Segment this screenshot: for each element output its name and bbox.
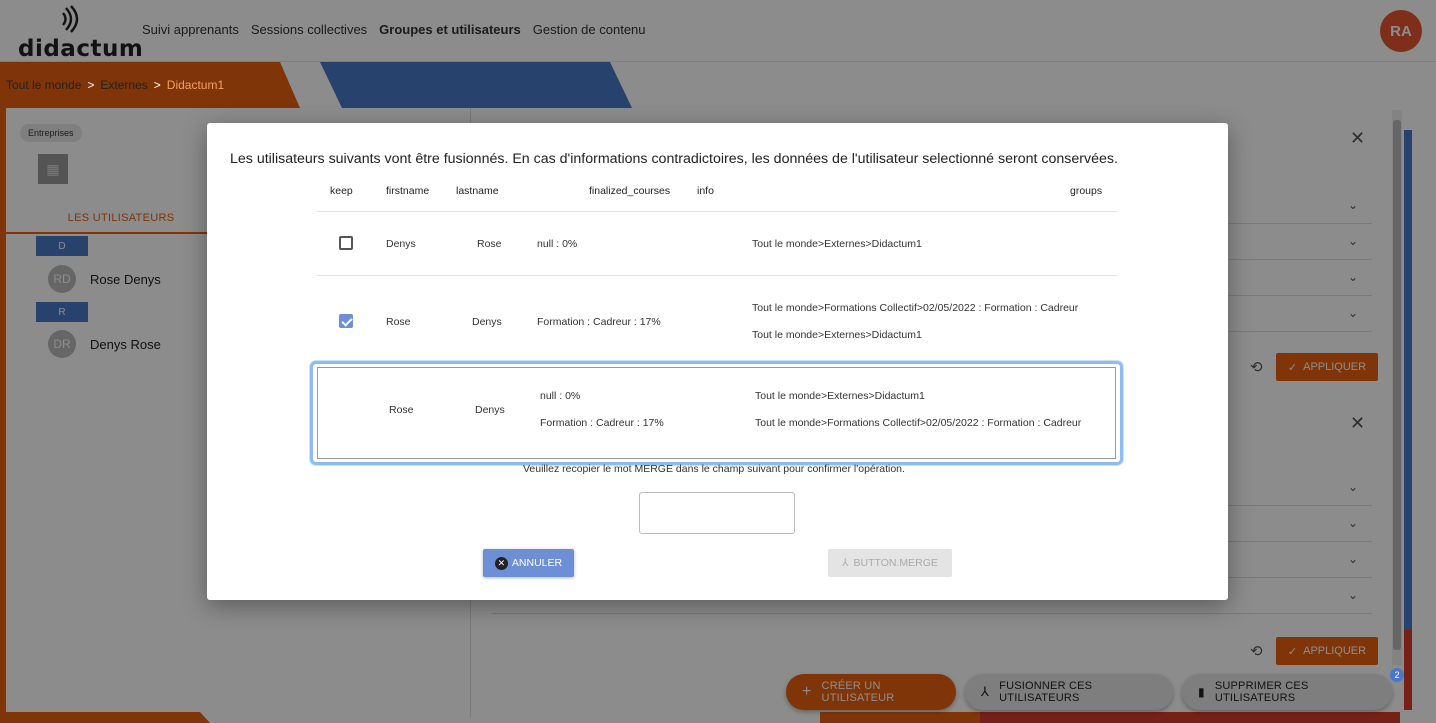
breadcrumb-item-current: Didactum1 — [166, 78, 225, 92]
selection-count-badge: 2 — [1390, 668, 1404, 682]
keep-checkbox-checked[interactable] — [339, 314, 353, 328]
breadcrumb-item-tout-le-monde[interactable]: Tout le monde — [6, 78, 81, 92]
cell-lastname: Denys — [475, 404, 505, 416]
table-row: Denys Rose null : 0% Tout le monde>Exter… — [317, 212, 1117, 276]
merge-button[interactable]: ⅄ BUTTON.MERGE — [828, 549, 952, 577]
cell-group: Tout le monde>Formations Collectif>02/05… — [752, 302, 1079, 314]
cell-group: Tout le monde>Externes>Didactum1 — [752, 238, 922, 250]
merge-result-row: Rose Denys null : 0% Formation : Cadreur… — [310, 361, 1123, 465]
breadcrumb-item-externes[interactable]: Externes — [100, 78, 147, 92]
column-header-firstname: firstname — [386, 185, 430, 197]
close-circle-icon: ✕ — [494, 556, 508, 570]
cell-group: Tout le monde>Externes>Didactum1 — [755, 390, 925, 402]
cell-course: Formation : Cadreur : 17% — [537, 316, 661, 328]
breadcrumb: Tout le monde > Externes > Didactum1 — [6, 78, 224, 92]
table-row: Rose Denys Formation : Cadreur : 17% Tou… — [317, 276, 1117, 364]
keep-checkbox[interactable] — [339, 236, 353, 250]
cancel-button[interactable]: ✕ ANNULER — [483, 549, 574, 577]
column-header-info: info — [697, 185, 714, 197]
cell-course: null : 0% — [537, 238, 578, 250]
confirm-instruction: Veuillez recopier le mot MERGE dans le c… — [523, 463, 905, 475]
column-header-lastname: lastname — [456, 185, 499, 197]
column-header-groups: groups — [1070, 185, 1103, 197]
column-header-keep: keep — [330, 185, 353, 197]
confirm-merge-input[interactable] — [639, 492, 795, 534]
cell-firstname: Rose — [389, 404, 414, 416]
breadcrumb-separator: > — [87, 78, 95, 92]
dialog-title: Les utilisateurs suivants vont être fusi… — [230, 151, 1118, 167]
cell-lastname: Rose — [477, 238, 502, 250]
cell-course: null : 0% — [540, 390, 581, 402]
merge-result-inner: Rose Denys null : 0% Formation : Cadreur… — [317, 367, 1116, 459]
column-header-finalized-courses: finalized_courses — [589, 185, 671, 197]
merge-users-dialog: Les utilisateurs suivants vont être fusi… — [207, 123, 1228, 600]
cell-group: Tout le monde>Formations Collectif>02/05… — [755, 417, 1082, 429]
cell-course: Formation : Cadreur : 17% — [540, 417, 664, 429]
cell-firstname: Rose — [386, 316, 411, 328]
merge-icon: ⅄ — [842, 557, 849, 569]
cell-firstname: Denys — [386, 238, 416, 250]
cell-lastname: Denys — [472, 316, 502, 328]
cell-group: Tout le monde>Externes>Didactum1 — [752, 329, 922, 341]
table-header: keep firstname lastname finalized_course… — [317, 179, 1117, 212]
breadcrumb-separator: > — [153, 78, 161, 92]
